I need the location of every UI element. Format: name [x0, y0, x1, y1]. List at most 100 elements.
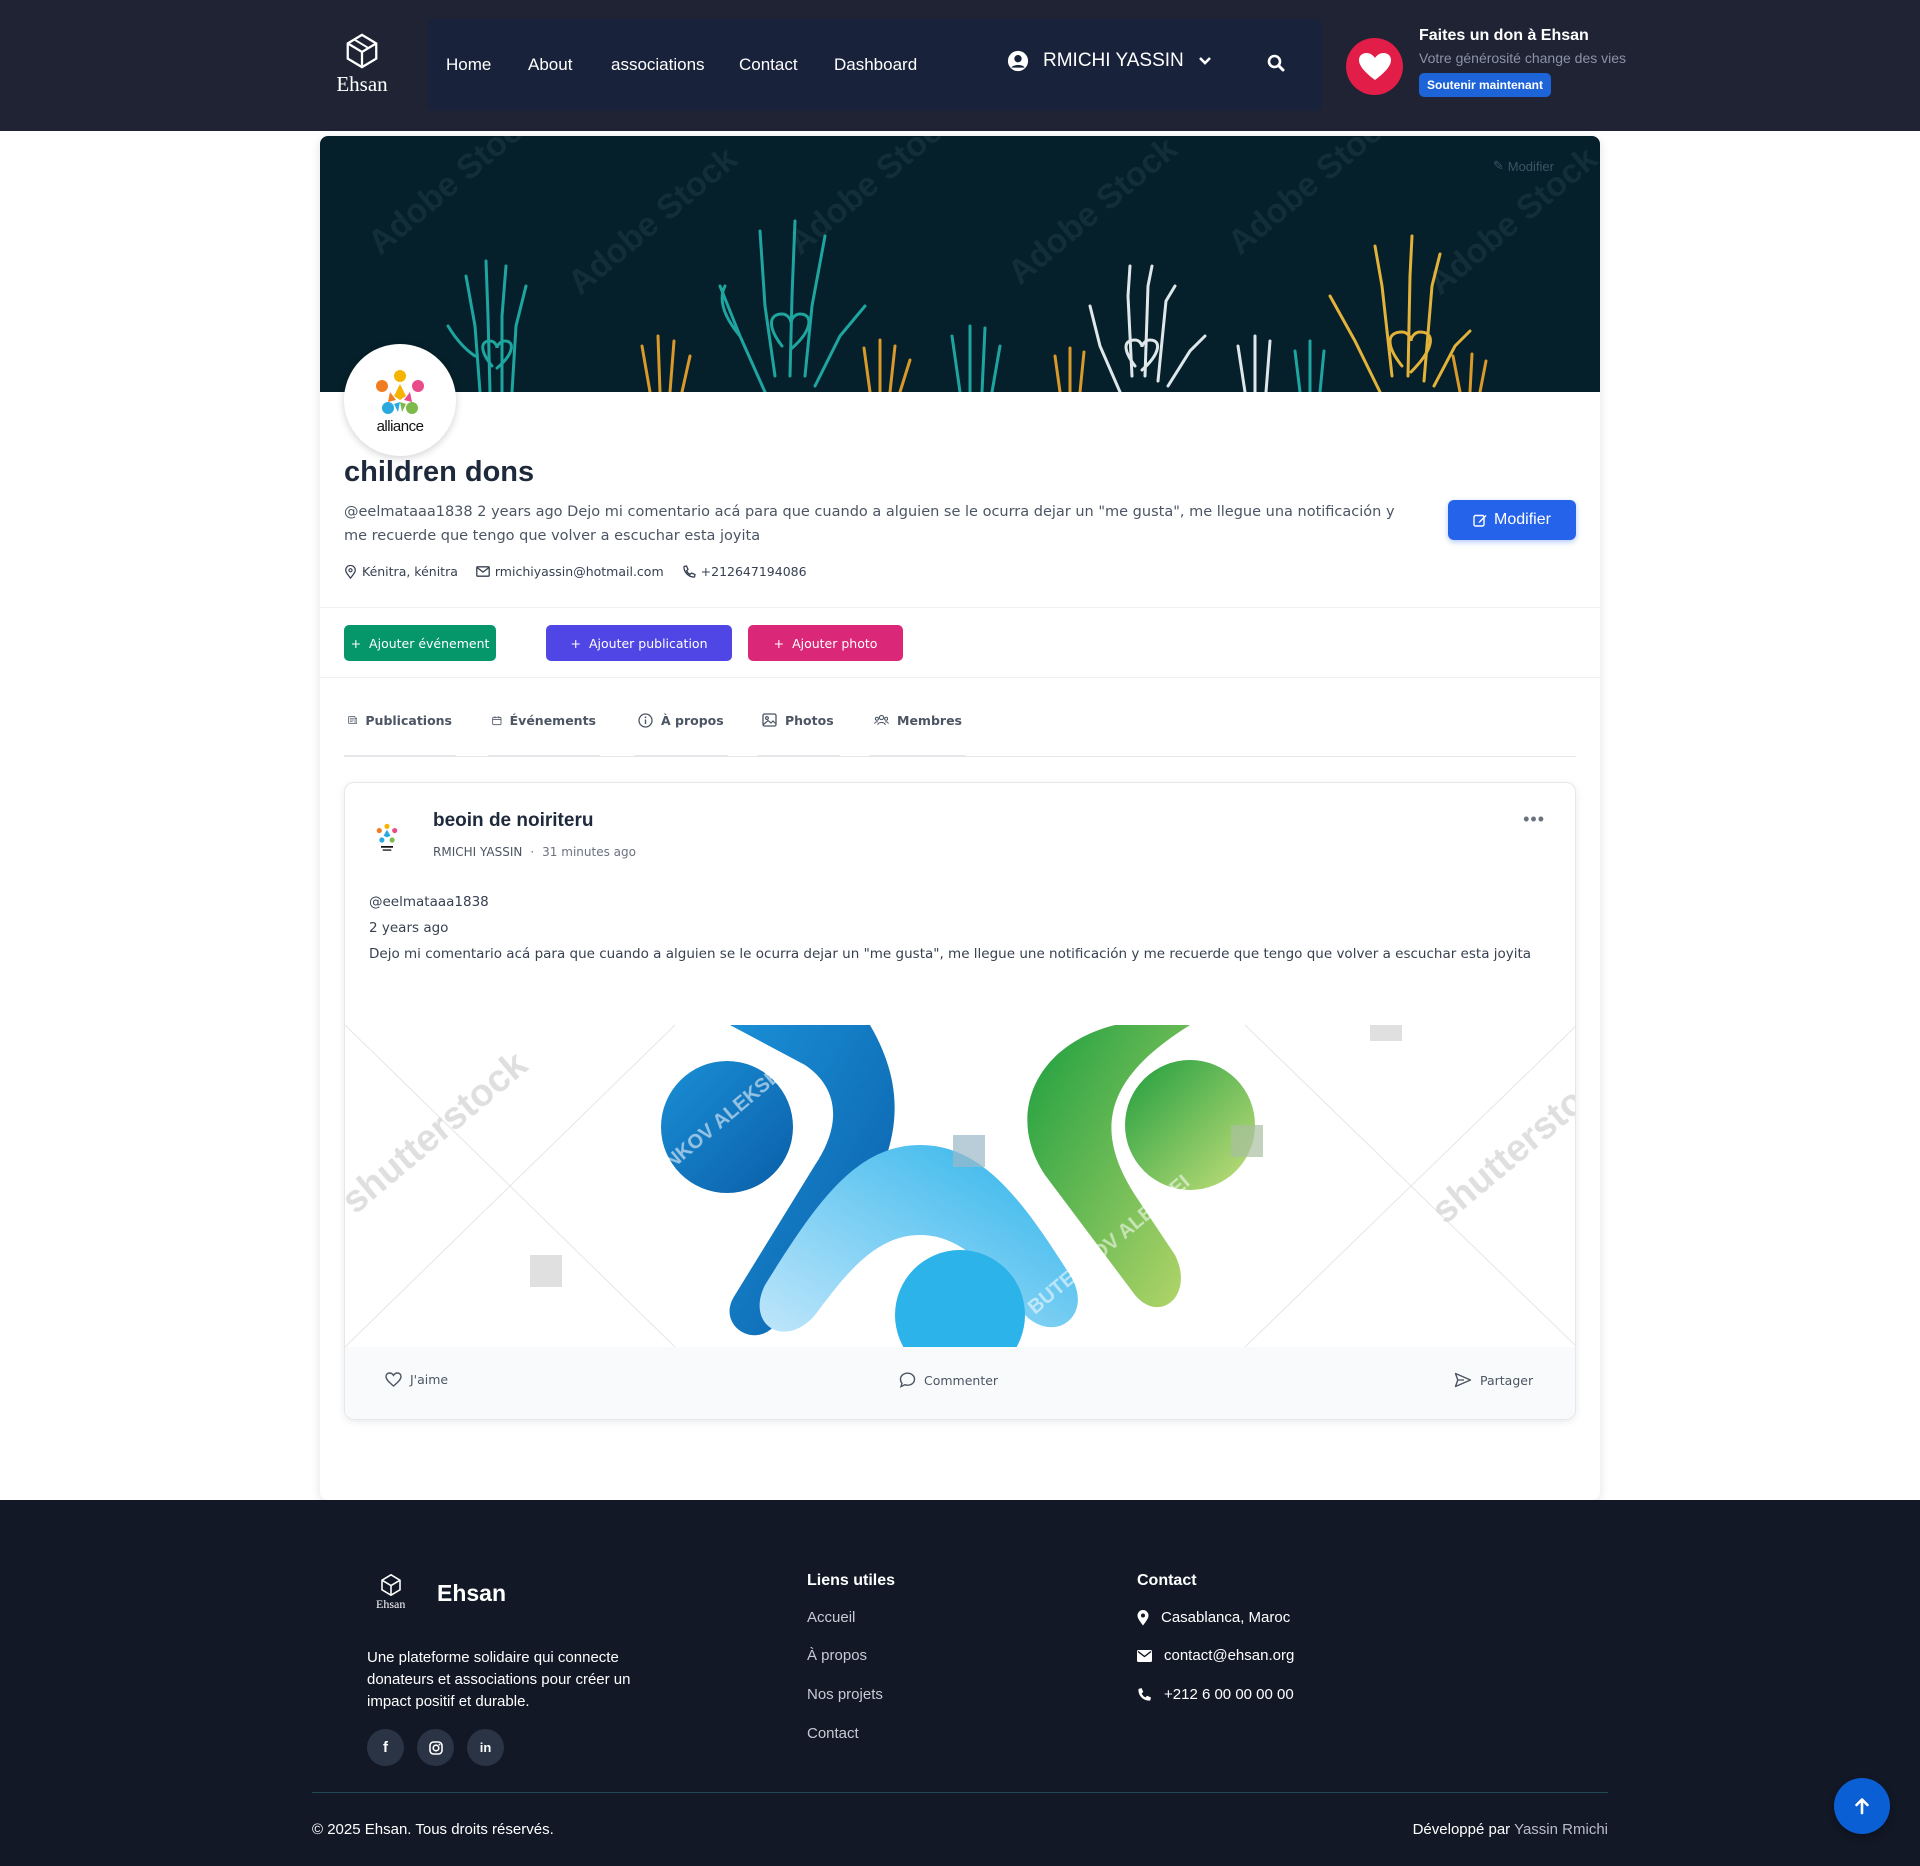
- facebook-icon: f: [383, 1739, 388, 1756]
- instagram-button[interactable]: [417, 1729, 454, 1766]
- add-post-button[interactable]: + Ajouter publication: [546, 625, 732, 661]
- footer-link-contact[interactable]: Contact: [807, 1725, 859, 1742]
- add-photo-button[interactable]: + Ajouter photo: [748, 625, 903, 661]
- tab-publications-label: Publications: [365, 713, 452, 728]
- tab-about[interactable]: À propos: [634, 713, 728, 757]
- profile-info-row: Kénitra, kénitra rmichiyassin@hotmail.co…: [344, 564, 807, 579]
- post-body-line: Dejo mi comentario acá para que cuando a…: [369, 946, 1532, 962]
- site-logo[interactable]: Ehsan: [326, 32, 398, 98]
- meta-separator: ·: [530, 845, 535, 859]
- tab-photos[interactable]: Photos: [758, 713, 840, 757]
- cover-watermark: Adobe Stock: [781, 136, 965, 262]
- more-options-icon[interactable]: •••: [1523, 809, 1545, 830]
- comment-button[interactable]: Commenter: [899, 1372, 998, 1388]
- footer-divider: [312, 1792, 1608, 1793]
- post-image[interactable]: shutterstock shutterstock BUTENKOV ALEKS…: [345, 1025, 1576, 1347]
- tab-events[interactable]: Événements: [488, 713, 600, 757]
- cover-edit-button[interactable]: ✎ Modifier: [1493, 158, 1554, 174]
- tab-members-label: Membres: [897, 713, 962, 728]
- calendar-icon: [492, 716, 502, 726]
- profile-tabs: Publications Événements À propos Photos …: [344, 713, 1576, 757]
- comment-label: Commenter: [924, 1372, 999, 1388]
- section-divider: [320, 607, 1600, 608]
- profile-card: Adobe Stock Adobe Stock Adobe Stock Adob…: [320, 136, 1600, 1500]
- image-icon: [762, 713, 777, 727]
- location-info: Kénitra, kénitra: [344, 564, 458, 579]
- post-author-avatar: [367, 817, 407, 857]
- developer-name[interactable]: Yassin Rmichi: [1514, 1821, 1608, 1838]
- phone-icon: [1138, 1688, 1151, 1701]
- nav-associations[interactable]: associations: [611, 55, 705, 75]
- post-title: beoin de noiriteru: [433, 810, 594, 831]
- nav-home[interactable]: Home: [446, 55, 491, 75]
- edit-profile-button[interactable]: Modifier: [1448, 500, 1576, 540]
- share-button[interactable]: Partager: [1454, 1372, 1533, 1388]
- add-post-label: Ajouter publication: [588, 635, 708, 651]
- tab-photos-label: Photos: [785, 713, 834, 728]
- location-pin-icon: [345, 564, 356, 579]
- post-meta: RMICHI YASSIN · 31 minutes ago: [433, 845, 636, 859]
- cover-image: Adobe Stock Adobe Stock Adobe Stock Adob…: [320, 136, 1600, 392]
- add-event-label: Ajouter événement: [369, 635, 490, 651]
- arrow-up-icon: [1855, 1798, 1869, 1815]
- image-watermark: shutterstock: [1424, 1053, 1576, 1232]
- footer-link-home[interactable]: Accueil: [807, 1609, 855, 1626]
- footer-email-text[interactable]: contact@ehsan.org: [1164, 1647, 1294, 1664]
- contact-heading: Contact: [1137, 1572, 1197, 1589]
- email-info: rmichiyassin@hotmail.com: [476, 564, 664, 579]
- donate-button[interactable]: Soutenir maintenant: [1419, 73, 1552, 97]
- footer-logo[interactable]: Ehsan: [376, 1573, 405, 1612]
- add-event-button[interactable]: + Ajouter événement: [344, 625, 496, 661]
- tab-publications[interactable]: Publications: [344, 713, 456, 757]
- footer-brand: Ehsan: [437, 1580, 507, 1606]
- phone-text: +212647194086: [700, 564, 807, 579]
- plus-icon: +: [773, 635, 785, 651]
- cover-watermark: Adobe Stock: [1001, 136, 1185, 292]
- top-header: Ehsan Home About associations Contact Da…: [0, 0, 1920, 131]
- mail-icon: [476, 566, 490, 577]
- like-button[interactable]: J'aime: [385, 1372, 448, 1387]
- developer-prefix: Développé par: [1412, 1821, 1511, 1838]
- phone-info: +212647194086: [682, 564, 807, 579]
- cover-hands-illustration: Adobe Stock Adobe Stock Adobe Stock Adob…: [361, 136, 1600, 392]
- footer-email: contact@ehsan.org: [1137, 1647, 1294, 1664]
- footer-phone: +212 6 00 00 00 00: [1137, 1686, 1294, 1703]
- logo-icon: [380, 1573, 401, 1597]
- footer-address: Casablanca, Maroc: [1137, 1609, 1290, 1626]
- tab-members[interactable]: Membres: [870, 713, 966, 757]
- add-photo-label: Ajouter photo: [792, 635, 878, 651]
- developer-credit: Développé par Yassin Rmichi: [1413, 1821, 1608, 1838]
- site-footer: Ehsan Ehsan Une plateforme solidaire qui…: [0, 1500, 1920, 1866]
- scroll-to-top-button[interactable]: [1834, 1778, 1890, 1834]
- copyright-text: © 2025 Ehsan. Tous droits réservés.: [312, 1821, 554, 1838]
- newspaper-icon: [348, 716, 358, 724]
- post-actions: J'aime Commenter Partager: [345, 1347, 1575, 1419]
- profile-description: @eelmataaa1838 2 years ago Dejo mi comen…: [344, 504, 1395, 544]
- plus-icon: +: [570, 635, 581, 651]
- heart-icon: [1358, 52, 1391, 80]
- search-icon: [1267, 54, 1285, 72]
- nav-dashboard[interactable]: Dashboard: [834, 55, 917, 75]
- donate-subtitle: Votre générosité change des vies: [1419, 50, 1627, 66]
- main-nav: Home About associations Contact Dashboar…: [428, 19, 1322, 111]
- plus-icon: +: [350, 635, 362, 651]
- nav-about[interactable]: About: [528, 55, 572, 75]
- user-menu[interactable]: RMICHI YASSIN: [1007, 50, 1226, 72]
- users-icon: [874, 714, 889, 726]
- user-name: RMICHI YASSIN: [1043, 50, 1184, 71]
- nav-contact[interactable]: Contact: [739, 55, 798, 75]
- share-label: Partager: [1480, 1372, 1534, 1388]
- info-icon: [638, 713, 653, 728]
- search-button[interactable]: [1266, 53, 1286, 78]
- facebook-button[interactable]: f: [367, 1729, 404, 1766]
- footer-link-projects[interactable]: Nos projets: [807, 1686, 883, 1703]
- post-author[interactable]: RMICHI YASSIN: [433, 845, 522, 859]
- edit-icon: [1473, 514, 1487, 527]
- linkedin-button[interactable]: in: [467, 1729, 504, 1766]
- footer-link-about[interactable]: À propos: [807, 1647, 867, 1664]
- section-divider: [320, 677, 1600, 678]
- location-text: Kénitra, kénitra: [362, 564, 458, 579]
- cover-watermark: Adobe Stock: [1221, 136, 1405, 262]
- email-text: rmichiyassin@hotmail.com: [494, 564, 664, 579]
- user-circle-icon: [1007, 50, 1029, 72]
